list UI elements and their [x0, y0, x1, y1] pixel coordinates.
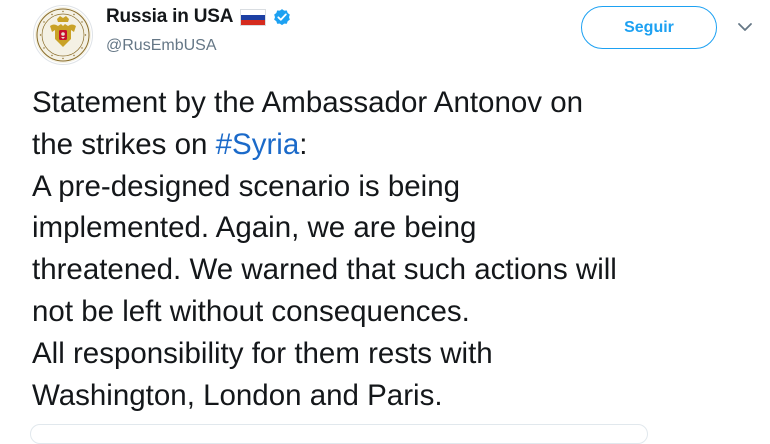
tweet-line: not be left without consequences.	[32, 294, 470, 328]
display-name-row: Russia in USA	[106, 4, 292, 30]
chevron-down-icon[interactable]	[736, 18, 754, 36]
russia-flag-icon	[240, 8, 267, 26]
tweet-line: Washington, London and Paris.	[32, 378, 443, 412]
tweet-card: Russia in USA @RusEmbUSA Seguir Statemen…	[0, 0, 770, 444]
embassy-emblem-icon	[35, 7, 91, 63]
tweet-line: All responsibility for them rests with	[32, 336, 493, 370]
handle[interactable]: @RusEmbUSA	[106, 37, 292, 55]
hashtag-link[interactable]: #Syria	[216, 128, 300, 161]
tweet-line: the strikes on #Syria:	[32, 124, 757, 166]
follow-button[interactable]: Seguir	[581, 6, 717, 49]
tweet-header: Russia in USA @RusEmbUSA Seguir	[30, 0, 760, 70]
tweet-line: Statement by the Ambassador Antonov on	[32, 86, 584, 119]
tweet-text-segment: the strikes on	[32, 127, 216, 161]
embedded-media-card[interactable]	[30, 424, 648, 444]
tweet-line: A pre-designed scenario is being	[32, 169, 461, 203]
tweet-line: threatened. We warned that such actions …	[32, 253, 617, 287]
tweet-text: Statement by the Ambassador Antonov on t…	[32, 82, 757, 416]
tweet-text-segment: :	[299, 127, 308, 161]
display-name[interactable]: Russia in USA	[106, 6, 233, 28]
tweet-line: implemented. Again, we are being	[32, 211, 477, 245]
author-names: Russia in USA @RusEmbUSA	[106, 4, 292, 55]
avatar[interactable]	[33, 5, 93, 65]
verified-badge-icon	[274, 9, 291, 26]
